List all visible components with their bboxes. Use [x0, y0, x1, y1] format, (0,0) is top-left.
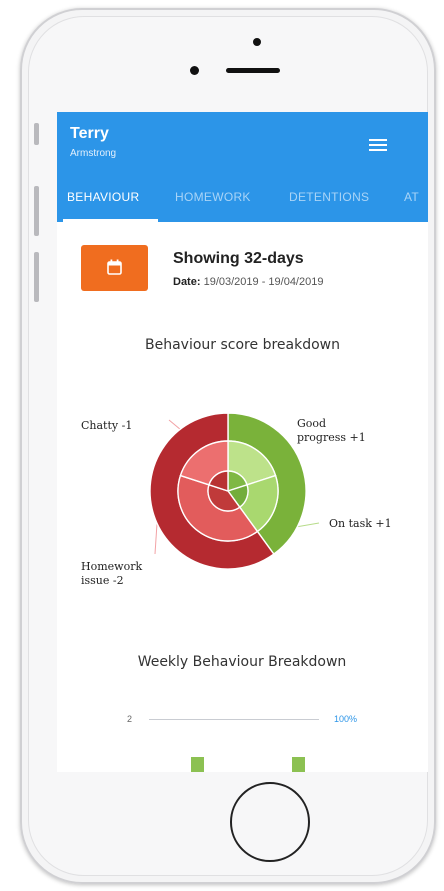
weekly-axis-line — [149, 719, 319, 720]
tab-bar: BEHAVIOUR HOMEWORK DETENTIONS AT — [57, 184, 428, 222]
behaviour-breakdown-title: Behaviour score breakdown — [145, 337, 340, 353]
chart-label-homework-issue: Homework issue -2 — [81, 560, 143, 587]
date-range-button[interactable] — [81, 245, 148, 291]
active-tab-indicator — [63, 219, 158, 222]
camera-dot — [253, 38, 261, 46]
weekly-axis-left-tick: 2 — [127, 714, 133, 724]
date-range: Date: 19/03/2019 - 19/04/2019 — [173, 276, 323, 288]
date-range-value: 19/03/2019 - 19/04/2019 — [203, 276, 324, 288]
weekly-breakdown-title: Weekly Behaviour Breakdown — [137, 654, 347, 670]
earpiece-speaker — [226, 68, 280, 73]
date-label: Date: — [173, 276, 201, 288]
showing-days-title: Showing 32-days — [173, 250, 304, 267]
tab-attendance[interactable]: AT — [404, 190, 419, 204]
home-button[interactable] — [230, 782, 310, 862]
calendar-icon — [107, 259, 122, 275]
chart-label-chatty: Chatty -1 — [81, 419, 133, 432]
app-screen: Terry Armstrong BEHAVIOUR HOMEWORK DETEN… — [57, 112, 428, 772]
user-first-name: Terry — [70, 125, 109, 142]
chart-label-on-task: On task +1 — [329, 517, 392, 530]
hamburger-menu-icon[interactable] — [369, 139, 387, 153]
weekly-axis-right-tick: 100% — [334, 714, 358, 724]
user-last-name: Armstrong — [70, 148, 117, 159]
weekly-bar — [292, 757, 305, 772]
volume-down-button — [34, 252, 39, 302]
volume-up-button — [34, 186, 39, 236]
chart-label-good-progress: Good progress +1 — [297, 417, 366, 444]
mute-switch — [34, 123, 39, 145]
tab-homework[interactable]: HOMEWORK — [175, 190, 251, 204]
weekly-bar — [191, 757, 204, 772]
tab-behaviour[interactable]: BEHAVIOUR — [67, 190, 140, 204]
tab-detentions[interactable]: DETENTIONS — [289, 190, 369, 204]
app-header: Terry Armstrong BEHAVIOUR HOMEWORK DETEN… — [57, 112, 428, 222]
front-camera — [190, 66, 199, 75]
